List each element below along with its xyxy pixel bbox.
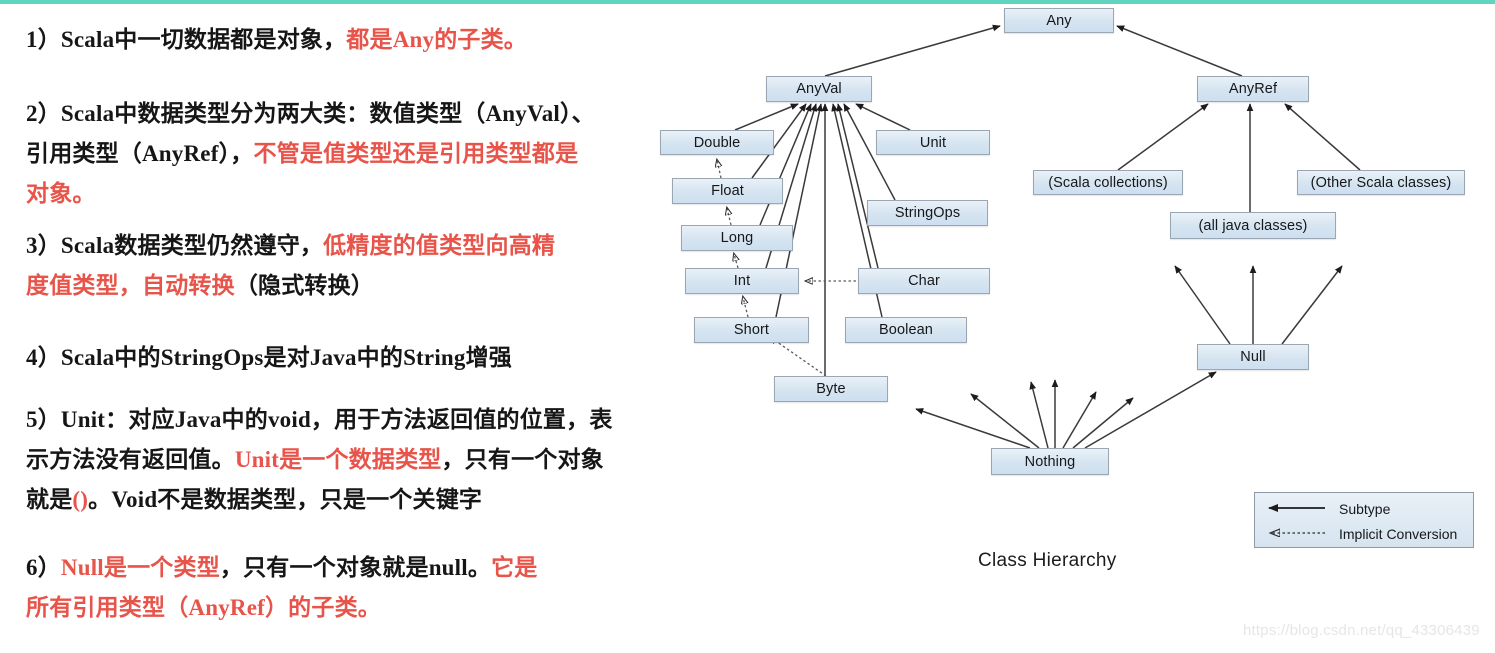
class-hierarchy-diagram: Any AnyVal AnyRef Double Unit Float Long… [630,0,1495,653]
note-item: 3）Scala数据类型仍然遵守，低精度的值类型向高精 度值类型，自动转换（隐式转… [26,226,646,306]
notes-panel: 1）Scala中一切数据都是对象，都是Any的子类。 2）Scala中数据类型分… [0,8,680,648]
note-segment: ，只有一个对象就是null。 [219,555,492,580]
node-float[interactable]: Float [672,178,783,204]
legend-label-subtype: Subtype [1339,501,1391,517]
note-segment: () [72,487,89,512]
note-item: 2）Scala中数据类型分为两大类：数值类型（AnyVal）、 引用类型（Any… [26,94,646,214]
note-item: 1）Scala中一切数据都是对象，都是Any的子类。 [26,20,666,60]
legend-box: Subtype Implicit Conversion [1254,492,1474,548]
node-null[interactable]: Null [1197,344,1309,370]
node-short[interactable]: Short [694,317,809,343]
node-unit[interactable]: Unit [876,130,990,155]
note-segment: 4）Scala中的StringOps是对Java中的String增强 [26,345,513,370]
note-item: 5）Unit：对应Java中的void，用于方法返回值的位置，表 示方法没有返回… [26,400,666,520]
node-byte[interactable]: Byte [774,376,888,402]
node-char[interactable]: Char [858,268,990,294]
note-item: 6）Null是一个类型，只有一个对象就是null。它是 所有引用类型（AnyRe… [26,548,666,628]
note-segment: 都是Any的子类。 [346,27,527,52]
node-int[interactable]: Int [685,268,799,294]
node-anyval[interactable]: AnyVal [766,76,872,102]
legend-label-implicit-conversion: Implicit Conversion [1339,526,1458,542]
node-boolean[interactable]: Boolean [845,317,967,343]
node-nothing[interactable]: Nothing [991,448,1109,475]
diagram-caption: Class Hierarchy [978,550,1117,571]
note-segment: Unit是一个数据类型 [234,447,442,472]
note-segment: 3）Scala数据类型仍然遵守， [26,233,324,258]
note-segment: Null是一个类型 [60,555,220,580]
node-other-scala-classes[interactable]: (Other Scala classes) [1297,170,1465,195]
node-stringops[interactable]: StringOps [867,200,988,226]
node-scala-collections[interactable]: (Scala collections) [1033,170,1183,195]
note-segment: 。Void不是数据类型，只是一个关键字 [88,487,483,512]
node-long[interactable]: Long [681,225,793,251]
note-segment: 6） [26,555,61,580]
node-double[interactable]: Double [660,130,774,155]
node-all-java-classes[interactable]: (all java classes) [1170,212,1336,239]
note-segment: （隐式转换） [234,273,375,298]
node-anyref[interactable]: AnyRef [1197,76,1309,102]
node-any[interactable]: Any [1004,8,1114,33]
watermark: https://blog.csdn.net/qq_43306439 [1243,622,1480,639]
note-item: 4）Scala中的StringOps是对Java中的String增强 [26,338,666,378]
note-segment: 1）Scala中一切数据都是对象， [26,27,347,52]
